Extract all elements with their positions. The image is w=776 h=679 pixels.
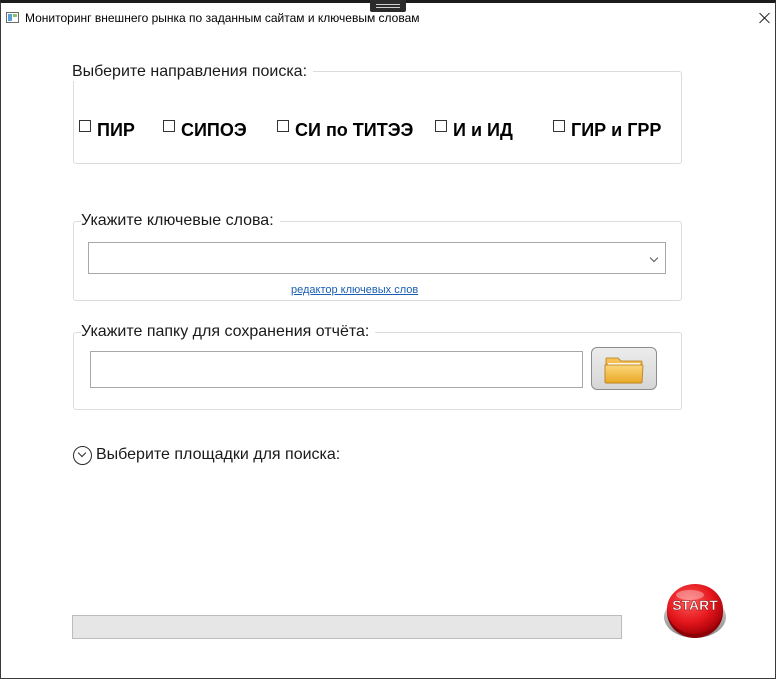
- checkbox-si-titee[interactable]: СИ по ТИТЭЭ: [277, 118, 413, 142]
- chevron-down-icon: [649, 253, 659, 263]
- keywords-combobox[interactable]: [88, 242, 666, 274]
- start-button[interactable]: START: [662, 581, 728, 641]
- checkbox-i-id[interactable]: И и ИД: [435, 118, 513, 142]
- checkbox-pir[interactable]: ПИР: [79, 118, 135, 142]
- folder-path-input[interactable]: [90, 351, 583, 388]
- checkbox-box[interactable]: [435, 120, 447, 132]
- checkbox-label: ПИР: [97, 120, 135, 140]
- checkbox-label: СИПОЭ: [181, 120, 247, 140]
- start-button-graphic: START: [664, 584, 726, 638]
- close-button[interactable]: [756, 9, 774, 27]
- directions-legend: Выберите направления поиска:: [72, 63, 314, 81]
- expand-chevron-icon[interactable]: [73, 445, 92, 465]
- checkbox-box[interactable]: [553, 120, 565, 132]
- checkbox-sipoe[interactable]: СИПОЭ: [163, 118, 247, 142]
- browse-folder-button[interactable]: [591, 347, 657, 390]
- folder-icon: [604, 357, 644, 384]
- sites-expander-label: Выберите площадки для поиска:: [96, 446, 341, 463]
- keywords-legend: Укажите ключевые слова:: [81, 212, 280, 230]
- keyword-editor-link[interactable]: редактор ключевых слов: [291, 284, 418, 296]
- window-title: Мониторинг внешнего рынка по заданным са…: [25, 11, 420, 25]
- folder-legend: Укажите папку для сохранения отчёта:: [81, 323, 376, 341]
- title-bar: Мониторинг внешнего рынка по заданным са…: [1, 3, 775, 33]
- checkbox-box[interactable]: [79, 120, 91, 132]
- start-label: START: [672, 597, 718, 613]
- checkbox-label: И и ИД: [453, 120, 513, 140]
- progress-bar: [72, 615, 622, 639]
- app-icon: [6, 12, 19, 23]
- sites-expander[interactable]: Выберите площадки для поиска:: [73, 443, 340, 467]
- checkbox-box[interactable]: [163, 120, 175, 132]
- checkbox-box[interactable]: [277, 120, 289, 132]
- checkbox-label: СИ по ТИТЭЭ: [295, 120, 414, 140]
- checkbox-label: ГИР и ГРР: [571, 120, 662, 140]
- checkbox-gir-grr[interactable]: ГИР и ГРР: [553, 118, 661, 142]
